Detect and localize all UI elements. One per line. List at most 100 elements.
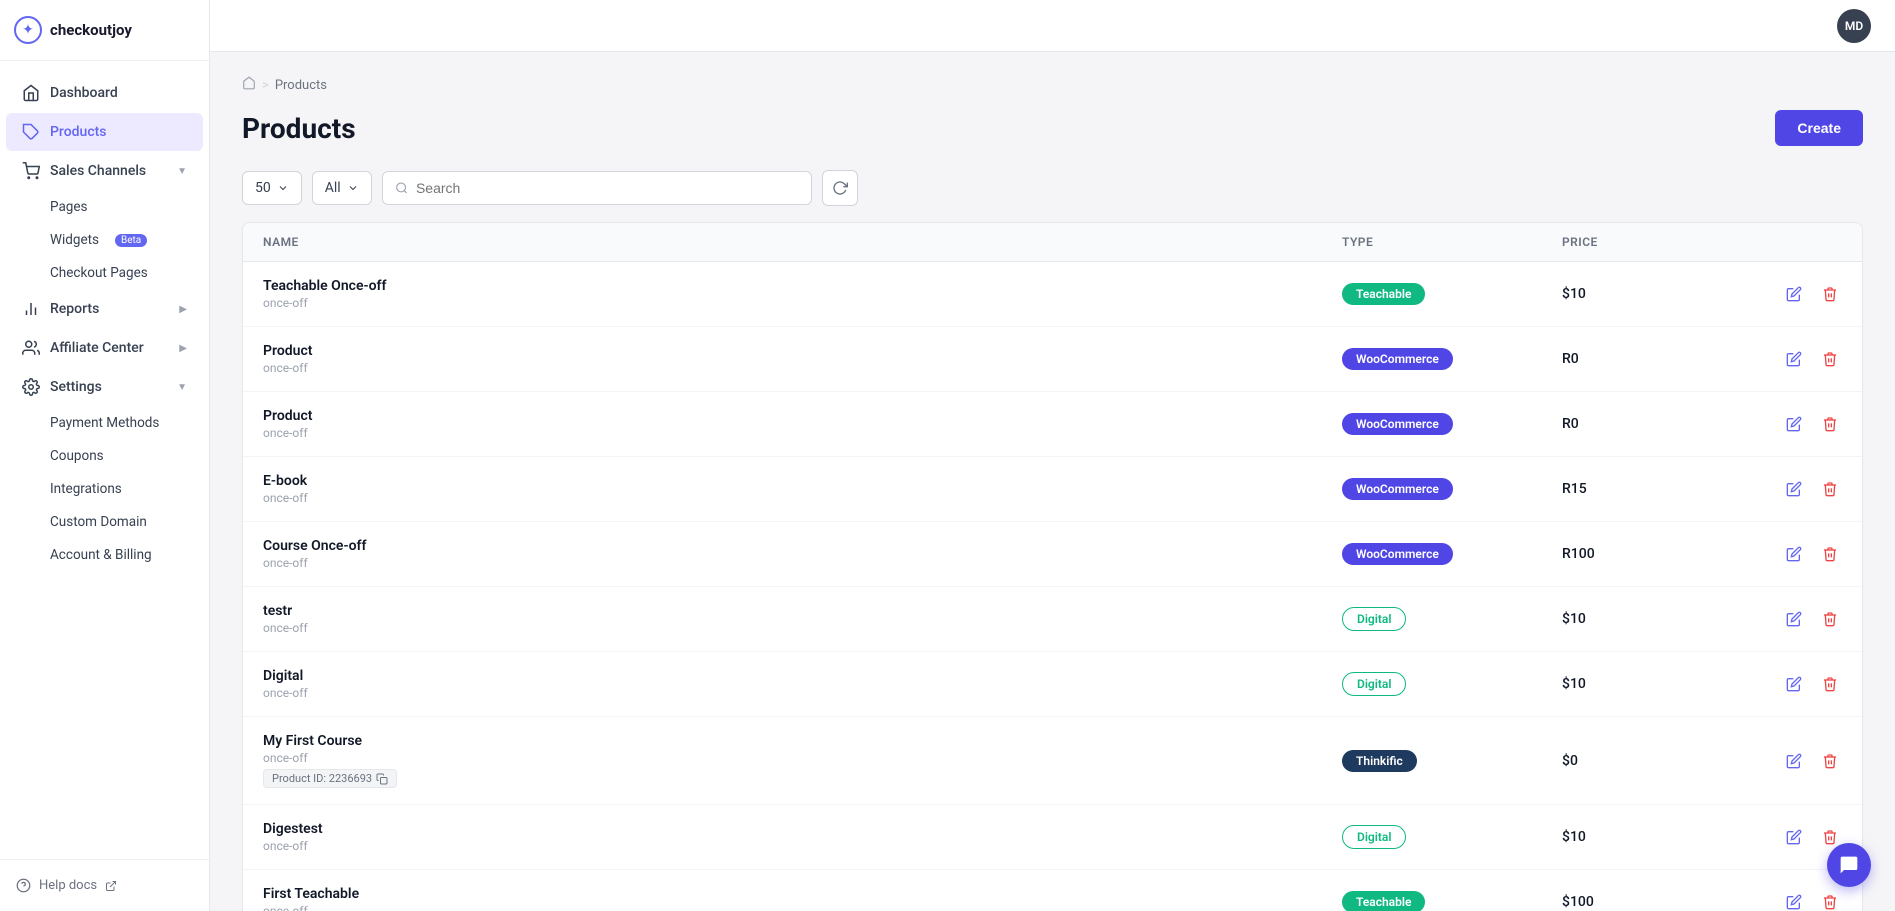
sidebar-item-integrations[interactable]: Integrations: [6, 473, 203, 505]
type-filter-select[interactable]: All: [312, 171, 372, 205]
sidebar-item-settings[interactable]: Settings ▼: [6, 368, 203, 406]
row-actions: [1742, 890, 1842, 911]
product-price: R15: [1562, 481, 1742, 497]
delete-button[interactable]: [1818, 749, 1842, 773]
logo[interactable]: ✦ checkoutjoy: [0, 0, 209, 61]
col-name: NAME: [263, 235, 1342, 249]
product-sub: once-off: [263, 686, 1342, 700]
delete-button[interactable]: [1818, 672, 1842, 696]
create-button[interactable]: Create: [1775, 110, 1863, 146]
delete-button[interactable]: [1818, 477, 1842, 501]
logo-icon: ✦: [14, 16, 42, 44]
sidebar-item-payment-methods[interactable]: Payment Methods: [6, 407, 203, 439]
delete-button[interactable]: [1818, 542, 1842, 566]
delete-button[interactable]: [1818, 412, 1842, 436]
edit-button[interactable]: [1782, 542, 1806, 566]
product-type-cell: WooCommerce: [1342, 478, 1562, 500]
search-box[interactable]: [382, 171, 812, 205]
sidebar-item-pages[interactable]: Pages: [6, 191, 203, 223]
refresh-icon: [832, 180, 848, 196]
product-name-cell: Product once-off: [263, 343, 1342, 375]
edit-button[interactable]: [1782, 282, 1806, 306]
sidebar-footer: Help docs: [0, 859, 209, 911]
edit-button[interactable]: [1782, 477, 1806, 501]
type-badge: Digital: [1342, 607, 1406, 631]
product-price: R0: [1562, 416, 1742, 432]
product-id-badge[interactable]: Product ID: 2236693: [263, 769, 397, 788]
product-name: testr: [263, 603, 1342, 619]
sidebar-item-dashboard[interactable]: Dashboard: [6, 74, 203, 112]
edit-button[interactable]: [1782, 825, 1806, 849]
home-icon[interactable]: [242, 76, 256, 94]
row-actions: [1742, 282, 1842, 306]
delete-button[interactable]: [1818, 607, 1842, 631]
breadcrumb-sep: >: [262, 78, 269, 93]
product-price: $0: [1562, 753, 1742, 769]
type-badge: Digital: [1342, 672, 1406, 696]
table-header: NAME TYPE PRICE: [243, 223, 1862, 262]
refresh-button[interactable]: [822, 170, 858, 206]
external-link-icon: [105, 880, 117, 892]
sidebar-item-sales-channels[interactable]: Sales Channels ▼: [6, 152, 203, 190]
logo-text: checkoutjoy: [50, 21, 132, 39]
table-row: Product once-off WooCommerce R0: [243, 327, 1862, 392]
sidebar-item-products[interactable]: Products: [6, 113, 203, 151]
table-row: My First Course once-off Product ID: 223…: [243, 717, 1862, 805]
product-sub: once-off: [263, 839, 1342, 853]
search-icon: [395, 181, 408, 195]
product-type-cell: Thinkific: [1342, 750, 1562, 772]
per-page-select[interactable]: 50: [242, 171, 302, 205]
edit-button[interactable]: [1782, 749, 1806, 773]
product-name-cell: First Teachable once-off: [263, 886, 1342, 911]
edit-button[interactable]: [1782, 347, 1806, 371]
help-docs-link[interactable]: Help docs: [16, 872, 193, 899]
sidebar-item-checkout-pages[interactable]: Checkout Pages: [6, 257, 203, 289]
col-actions: [1742, 235, 1842, 249]
table-body: Teachable Once-off once-off Teachable $1…: [243, 262, 1862, 911]
edit-button[interactable]: [1782, 412, 1806, 436]
product-name: Teachable Once-off: [263, 278, 1342, 294]
sidebar-item-custom-domain[interactable]: Custom Domain: [6, 506, 203, 538]
affiliate-arrow: ▶: [179, 343, 187, 354]
reports-arrow: ▶: [179, 304, 187, 315]
product-name: Digital: [263, 668, 1342, 684]
table-row: Teachable Once-off once-off Teachable $1…: [243, 262, 1862, 327]
product-price: $10: [1562, 611, 1742, 627]
sidebar-item-reports[interactable]: Reports ▶: [6, 290, 203, 328]
filters-bar: 50 All: [242, 170, 1863, 206]
product-type-cell: Teachable: [1342, 283, 1562, 305]
user-avatar[interactable]: MD: [1837, 9, 1871, 43]
edit-button[interactable]: [1782, 890, 1806, 911]
product-name-cell: Course Once-off once-off: [263, 538, 1342, 570]
product-type-cell: WooCommerce: [1342, 543, 1562, 565]
search-input[interactable]: [416, 180, 799, 196]
delete-button[interactable]: [1818, 347, 1842, 371]
sidebar-item-widgets[interactable]: Widgets Beta: [6, 224, 203, 256]
beta-badge: Beta: [115, 234, 147, 247]
product-type-cell: Digital: [1342, 825, 1562, 849]
tag-icon: [22, 123, 40, 141]
sidebar-item-coupons[interactable]: Coupons: [6, 440, 203, 472]
product-name: Product: [263, 343, 1342, 359]
product-sub: once-off: [263, 296, 1342, 310]
row-actions: [1742, 749, 1842, 773]
row-actions: [1742, 347, 1842, 371]
topbar: MD: [210, 0, 1895, 52]
edit-button[interactable]: [1782, 672, 1806, 696]
copy-icon[interactable]: [376, 773, 388, 785]
product-sub: once-off: [263, 751, 1342, 765]
delete-button[interactable]: [1818, 890, 1842, 911]
sidebar-item-account-billing[interactable]: Account & Billing: [6, 539, 203, 571]
chat-bubble[interactable]: [1827, 843, 1871, 887]
delete-button[interactable]: [1818, 282, 1842, 306]
sidebar-item-affiliate-center[interactable]: Affiliate Center ▶: [6, 329, 203, 367]
settings-arrow: ▼: [177, 382, 187, 393]
edit-button[interactable]: [1782, 607, 1806, 631]
shopping-cart-icon: [22, 162, 40, 180]
type-badge: Thinkific: [1342, 750, 1417, 772]
breadcrumb: > Products: [242, 76, 1863, 94]
product-name: First Teachable: [263, 886, 1342, 902]
gear-icon: [22, 378, 40, 396]
breadcrumb-current: Products: [275, 78, 327, 93]
product-sub: once-off: [263, 556, 1342, 570]
